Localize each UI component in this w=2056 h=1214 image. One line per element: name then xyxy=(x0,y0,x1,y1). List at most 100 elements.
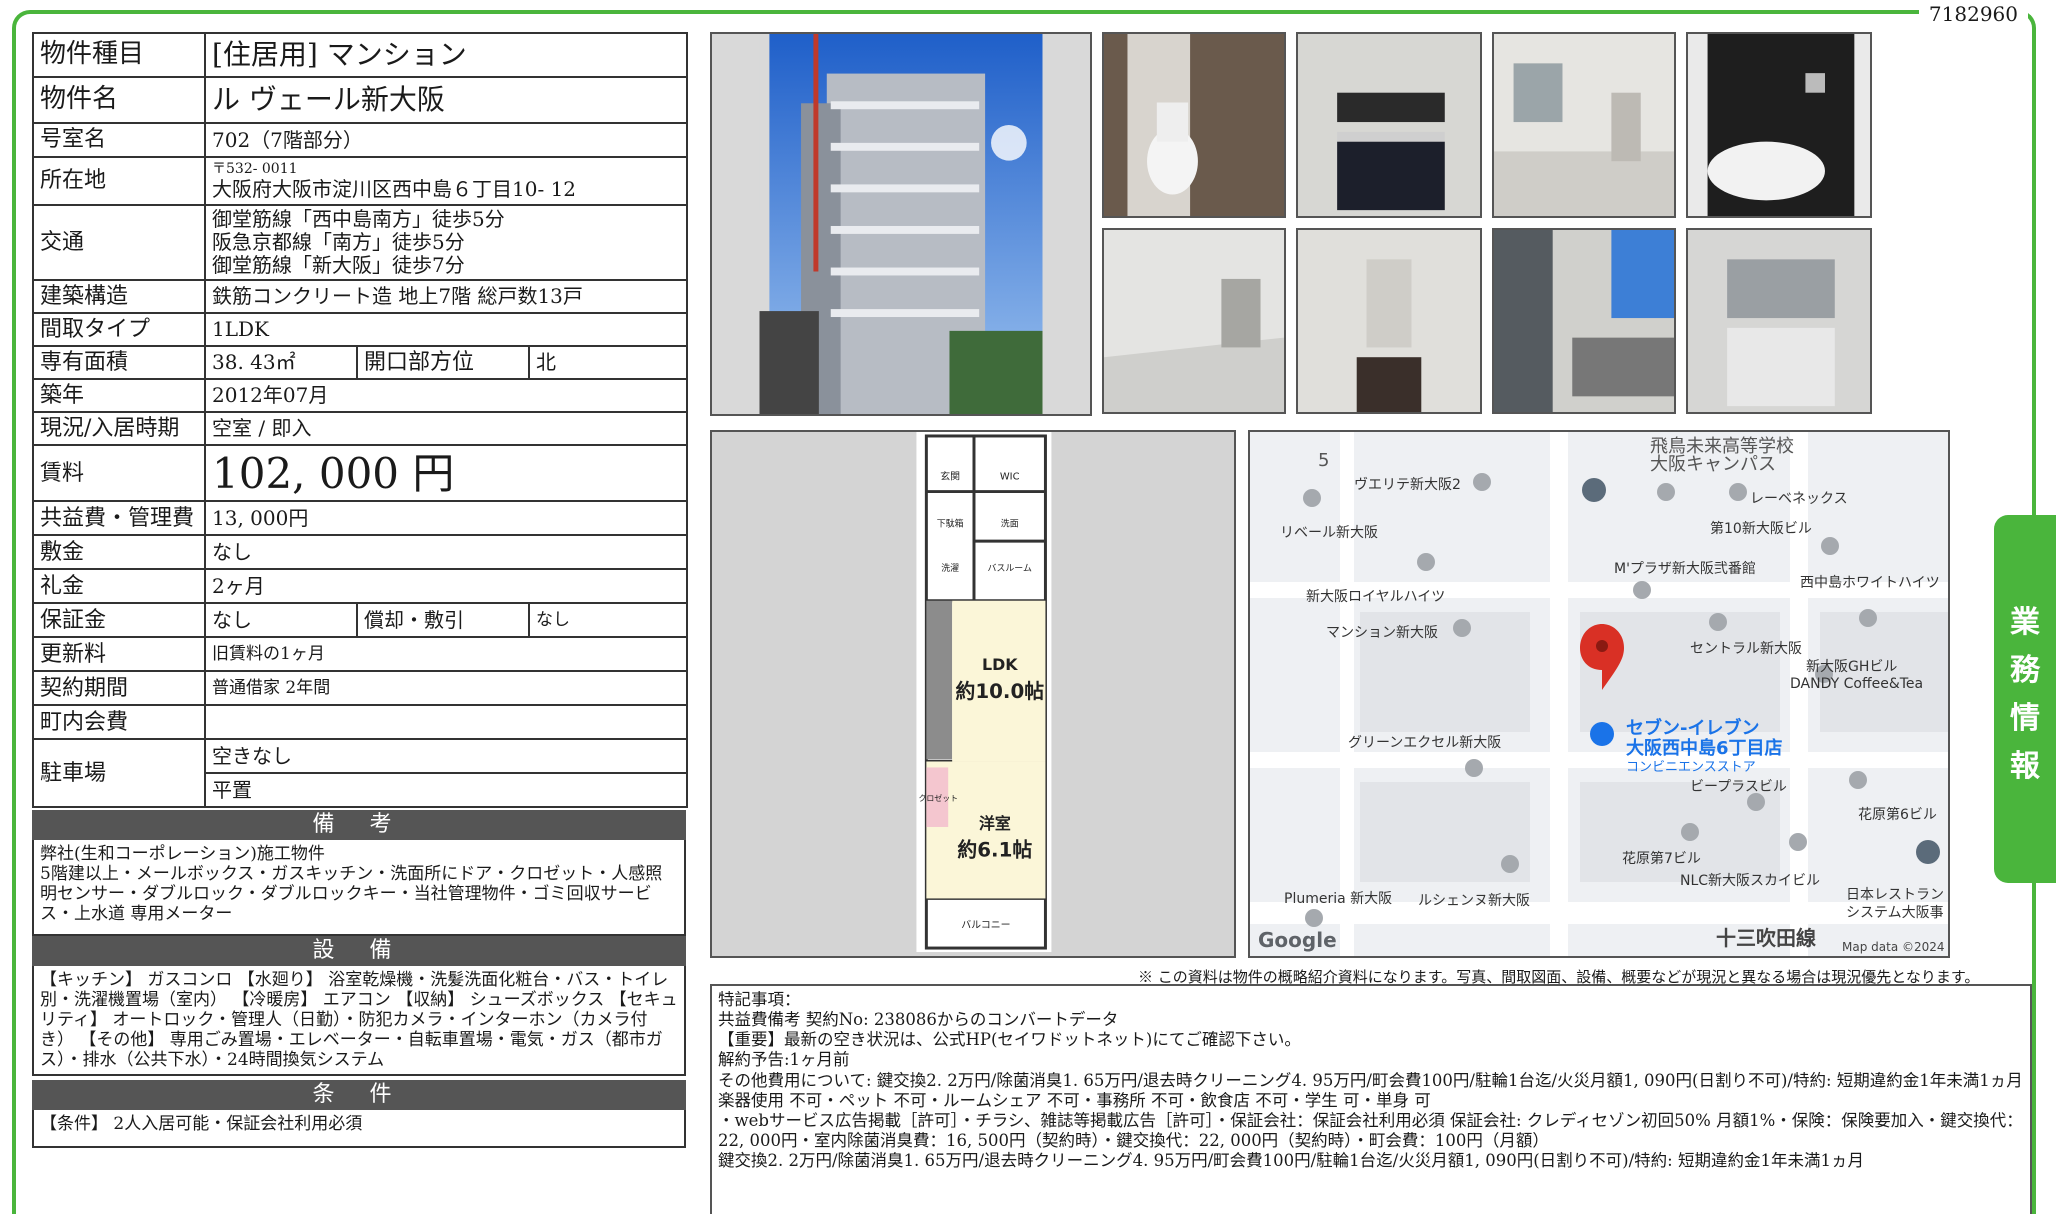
built-value: 2012年07月 xyxy=(203,378,689,413)
address-label: 所在地 xyxy=(32,156,206,206)
property-spec-table: 物件種目 [住居用] マンション 物件名 ル ヴェール新大阪 号室名 702（7… xyxy=(32,32,689,809)
map-label: ルシェンヌ新大阪 xyxy=(1418,893,1530,909)
map-label: DANDY Coffee&Tea xyxy=(1790,676,1924,692)
structure-value: 鉄筋コンクリート造 地上7階 総戸数13戸 xyxy=(203,279,689,314)
map-label: 新大阪ロイヤルハイツ xyxy=(1306,589,1446,605)
name-label: 物件名 xyxy=(32,76,206,124)
room-value: 702（7階部分） xyxy=(203,122,689,158)
facilities-header: 設 備 xyxy=(32,936,686,966)
map-label: ヴエリテ新大阪2 xyxy=(1354,477,1461,493)
room-window-photo xyxy=(1492,32,1676,218)
key-money-value: 2ヶ月 xyxy=(203,568,689,605)
transit-line: 御堂筋線「西中島南方」徒歩5分 xyxy=(212,207,505,231)
map-label: システム大阪事 xyxy=(1846,905,1944,921)
type-value: [住居用] マンション xyxy=(203,32,689,78)
deposit-label: 敷金 xyxy=(32,534,206,571)
business-info-tab[interactable]: 業 務 情 報 xyxy=(1994,515,2056,883)
fp-genkan: 玄関 xyxy=(940,470,960,483)
fp-wic: WIC xyxy=(1000,472,1020,483)
map-label: マンション新大阪 xyxy=(1326,625,1438,641)
room-label: 号室名 xyxy=(32,122,206,158)
notes-line: 【重要】最新の空き状況は、公式HP(セイワドットネット)にてご確認下さい。 xyxy=(718,1030,1301,1050)
special-notes: 特記事項： 共益費備考 契約No: 238086からのコンバートデータ 【重要】… xyxy=(710,984,2032,1214)
fp-sentaku: 洗濯 xyxy=(941,562,959,574)
renewal-value: 旧賃料の1ヶ月 xyxy=(203,636,689,673)
fp-balcony: バルコニー xyxy=(961,919,1010,931)
map-label: M'プラザ新大阪弐番館 xyxy=(1614,561,1756,577)
map-block-number: 5 xyxy=(1318,450,1330,471)
guarantee-label: 保証金 xyxy=(32,602,206,639)
notes-line: 特記事項： xyxy=(718,990,801,1009)
notes-line: 解約予告:1ヶ月前 xyxy=(718,1050,850,1070)
side-tab-char: 情 xyxy=(2010,701,2040,736)
parking-availability: 空きなし xyxy=(203,738,689,775)
conditions-header: 条 件 xyxy=(32,1080,686,1110)
map-label-store-type: コンビニエンスストア xyxy=(1626,760,1756,775)
address-cell: 〒532- 0011 大阪府大阪市淀川区西中島６丁目10- 12 xyxy=(203,156,689,206)
notes-line: 鍵交換2. 2万円/除菌消臭1. 65万円/退去時クリーニング4. 95万円/町… xyxy=(718,1151,1864,1170)
transit-cell: 御堂筋線「西中島南方」徒歩5分 阪急京都線「南方」徒歩5分 御堂筋線「新大阪」徒… xyxy=(203,204,689,281)
map-label: 新大阪GHビル xyxy=(1806,659,1898,675)
side-tab-char: 報 xyxy=(2010,749,2040,784)
map-label: 西中島ホワイトハイツ xyxy=(1800,575,1940,591)
deposit-value: なし xyxy=(203,534,689,571)
built-label: 築年 xyxy=(32,378,206,413)
notes-line: その他費用について: 鍵交換2. 2万円/除菌消臭1. 65万円/退去時クリーニ… xyxy=(718,1070,2023,1090)
layout-label: 間取タイプ xyxy=(32,312,206,347)
transit-line: 阪急京都線「南方」徒歩5分 xyxy=(212,230,465,254)
bathroom-photo xyxy=(1686,32,1872,218)
layout-value: 1LDK xyxy=(203,312,689,347)
notes-line: ・webサービス広告掲載［許可］・チラシ、雑誌等掲載広告［許可］・保証会社：保証… xyxy=(718,1110,2023,1150)
structure-label: 建築構造 xyxy=(32,279,206,314)
side-tab-char: 務 xyxy=(2010,653,2040,688)
map-label: 第10新大阪ビル xyxy=(1710,521,1812,537)
status-value: 空室 / 即入 xyxy=(203,411,689,446)
notes-line: 楽器使用 不可・ペット 不可・ルームシェア 不可・事務所 不可・飲食店 不可・学… xyxy=(718,1090,1431,1110)
fp-senmen: 洗面 xyxy=(1001,517,1019,529)
living-room-photo xyxy=(1102,228,1286,414)
location-map[interactable]: 5 飛鳥未来高等学校 大阪キャンパス ヴエリテ新大阪2 リベール新大阪 レーベネ… xyxy=(1248,430,1950,958)
map-label: Plumeria 新大阪 xyxy=(1284,891,1393,907)
map-road-label: 十三吹田線 xyxy=(1716,926,1816,950)
postal-code: 〒532- 0011 xyxy=(212,161,298,178)
store-icon xyxy=(1590,722,1614,746)
kitchen-photo xyxy=(1296,32,1482,218)
fp-closet: クロゼット xyxy=(918,793,958,803)
washroom-photo xyxy=(1686,228,1872,414)
remarks-body: 弊社(生和コーポレーション)施工物件 5階建以上・メールボックス・ガスキッチン・… xyxy=(32,840,686,936)
fp-ldk-size: 約10.0帖 xyxy=(956,680,1045,703)
area-label: 専有面積 xyxy=(32,345,206,380)
toilet-photo xyxy=(1102,32,1286,218)
contract-label: 契約期間 xyxy=(32,670,206,707)
map-label: NLC新大阪スカイビル xyxy=(1680,873,1821,889)
fp-youshitsu-size: 約6.1帖 xyxy=(957,839,1032,862)
fee-value: 13, 000円 xyxy=(203,500,689,537)
remarks-line: 弊社(生和コーポレーション)施工物件 xyxy=(40,844,325,864)
area-value: 38. 43㎡ xyxy=(204,345,358,380)
fp-bath: バスルーム xyxy=(988,563,1032,574)
conditions-body: 【条件】 2人入居可能・保証会社利用必須 xyxy=(32,1110,686,1148)
renewal-label: 更新料 xyxy=(32,636,206,673)
town-fee-value xyxy=(203,704,689,741)
map-copyright: Map data ©2024 xyxy=(1842,940,1945,954)
fp-youshitsu: 洋室 xyxy=(979,814,1011,833)
guarantee-value: なし xyxy=(204,602,358,639)
transit-label: 交通 xyxy=(32,204,206,281)
side-tab-char: 業 xyxy=(2010,605,2040,640)
parking-label: 駐車場 xyxy=(32,738,206,809)
address-value: 大阪府大阪市淀川区西中島６丁目10- 12 xyxy=(212,176,577,201)
name-value: ル ヴェール新大阪 xyxy=(203,76,689,124)
school-icon xyxy=(1582,478,1606,502)
contract-value: 普通借家 2年間 xyxy=(203,670,689,707)
notes-line: 共益費備考 契約No: 238086からのコンバートデータ xyxy=(718,1010,1119,1030)
balcony-photo xyxy=(1492,228,1676,414)
facing-label: 開口部方位 xyxy=(356,345,530,380)
transit-line: 御堂筋線「新大阪」徒歩7分 xyxy=(212,253,465,277)
key-money-label: 礼金 xyxy=(32,568,206,605)
map-label: ビープラスビル xyxy=(1690,779,1787,795)
facing-value: 北 xyxy=(527,345,689,380)
floorplan: 玄関 WIC 下駄箱 洗面 洗濯 バスルーム LDK 約10.0帖 洋室 約6.… xyxy=(710,430,1236,958)
document-id: 7182960 xyxy=(1918,2,2028,26)
rent-value: 102, 000 円 xyxy=(203,443,689,503)
map-label: 日本レストラン xyxy=(1846,887,1944,903)
